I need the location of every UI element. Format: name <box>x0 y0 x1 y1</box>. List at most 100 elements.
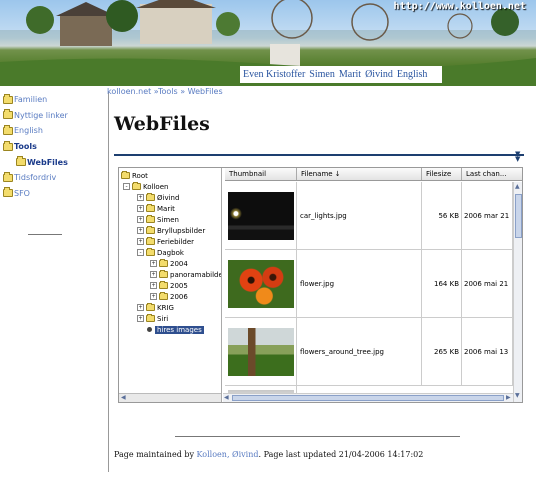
title-divider <box>114 154 524 156</box>
expand-icon[interactable]: + <box>150 282 157 289</box>
tree-node-label: Dagbok <box>157 248 184 257</box>
tree-node-krig[interactable]: + KRIG <box>137 302 174 313</box>
tree-node-kolloen[interactable]: - Kolloen <box>123 181 168 192</box>
filename-cell: car_lights.jpg <box>297 182 422 249</box>
tree-node-siri[interactable]: + Siri <box>137 313 168 324</box>
expand-icon[interactable]: + <box>150 271 157 278</box>
footer-divider <box>175 436 460 437</box>
expand-icon[interactable]: + <box>137 194 144 201</box>
maintainer-link[interactable]: Kolloen, Øivind <box>197 450 259 459</box>
breadcrumb[interactable]: kolloen.net »Tools » WebFiles <box>107 87 223 96</box>
scroll-left-icon[interactable]: ◀ <box>224 394 229 402</box>
sidebar-item-label: Tools <box>14 142 37 152</box>
file-row[interactable]: flower.jpg 164 KB 2006 mai 21 <box>225 250 513 318</box>
expand-icon[interactable]: + <box>137 238 144 245</box>
tree-node-marit[interactable]: + Marit <box>137 203 175 214</box>
folder-icon <box>3 93 13 104</box>
nav-link-english[interactable]: English <box>397 69 428 80</box>
sidebar-divider <box>28 234 62 235</box>
date-cell: 2006 mai 13 <box>462 318 513 385</box>
webfiles-browser: Root - Kolloen + Øivind + Marit + Simen + Bry… <box>118 167 523 403</box>
column-header-last-changed[interactable]: Last chan... <box>462 168 522 180</box>
tree-node-label: 2006 <box>170 292 188 301</box>
filesize-cell: 56 KB <box>422 182 462 249</box>
tree-node-feriebilder[interactable]: + Feriebilder <box>137 236 194 247</box>
date-cell: 2006 mai 21 <box>462 250 513 317</box>
sidebar-item-sfo[interactable]: SFO <box>0 186 108 202</box>
nav-link-marit[interactable]: Marit <box>339 69 361 80</box>
thumbnail-cell <box>225 386 297 393</box>
scroll-right-icon[interactable]: ▶ <box>506 394 511 402</box>
tree-node-label: panoramabilder <box>170 270 222 279</box>
filename-cell: flowers_around_tree.jpg <box>297 318 422 385</box>
file-row[interactable]: car_lights.jpg 56 KB 2006 mar 21 <box>225 182 513 250</box>
tree-node-label-selected: hires images <box>155 325 204 334</box>
column-header-filename[interactable]: Filename ↓ <box>297 168 422 180</box>
sidebar-item-familien[interactable]: Familien <box>0 92 108 108</box>
tree-node-oivind[interactable]: + Øivind <box>137 192 179 203</box>
nav-link-even-kristoffer[interactable]: Even Kristoffer <box>243 69 305 80</box>
folder-icon <box>146 226 155 234</box>
file-row[interactable]: flowers_around_tree.jpg 265 KB 2006 mai … <box>225 318 513 386</box>
grid-vertical-scrollbar[interactable]: ▲ ▼ <box>513 182 522 402</box>
sidebar-item-tidsfordriv[interactable]: Tidsfordriv <box>0 170 108 186</box>
sidebar-item-tools[interactable]: Tools <box>0 139 108 155</box>
thumbnail-image[interactable] <box>227 191 294 240</box>
column-header-thumbnail[interactable]: Thumbnail <box>225 168 297 180</box>
tree-node-dagbok[interactable]: - Dagbok <box>137 247 184 258</box>
tree-node-2005[interactable]: +2005 <box>150 280 188 291</box>
nav-link-oivind[interactable]: Øivind <box>365 69 393 80</box>
sidebar: Familien Nyttige linker English Tools We… <box>0 92 108 201</box>
folder-tree: Root - Kolloen + Øivind + Marit + Simen + Bry… <box>119 168 222 402</box>
tree-node-2004[interactable]: +2004 <box>150 258 188 269</box>
sidebar-item-english[interactable]: English <box>0 123 108 139</box>
tree-horizontal-scrollbar[interactable]: ◀ <box>119 393 221 402</box>
nav-link-simen[interactable]: Simen <box>309 69 335 80</box>
collapse-arrows-icon[interactable]: ▼ ▼ <box>515 151 520 163</box>
grid-horizontal-scrollbar[interactable]: ◀ ▶ <box>223 393 513 402</box>
tree-node-bryllupsbilder[interactable]: + Bryllupsbilder <box>137 225 205 236</box>
expand-icon[interactable]: + <box>137 216 144 223</box>
expand-icon[interactable]: + <box>137 227 144 234</box>
sidebar-item-label: SFO <box>14 188 30 198</box>
scrollbar-thumb[interactable] <box>515 194 522 238</box>
sidebar-item-label: WebFiles <box>27 157 68 167</box>
page-footer: Page maintained by Kolloen, Øivind. Page… <box>114 450 423 459</box>
tree-node-label: 2004 <box>170 259 188 268</box>
thumbnail-image[interactable] <box>227 327 294 376</box>
folder-icon <box>159 281 168 289</box>
date-cell: 2006 mar 21 <box>462 182 513 249</box>
column-header-filesize[interactable]: Filesize <box>422 168 462 180</box>
expand-icon[interactable]: + <box>137 315 144 322</box>
thumbnail-cell <box>225 318 297 385</box>
tree-node-label: Bryllupsbilder <box>157 226 206 235</box>
scrollbar-thumb[interactable] <box>232 395 504 401</box>
sidebar-item-label: Tidsfordriv <box>14 173 57 183</box>
expand-icon[interactable]: + <box>150 293 157 300</box>
collapse-icon[interactable]: - <box>123 183 130 190</box>
expand-icon[interactable]: + <box>150 260 157 267</box>
tree-node-label: Kolloen <box>143 182 169 191</box>
folder-icon <box>146 248 155 256</box>
expand-icon[interactable]: + <box>137 304 144 311</box>
tree-node-2006[interactable]: +2006 <box>150 291 188 302</box>
scroll-down-icon[interactable]: ▼ <box>515 392 520 400</box>
thumbnail-image[interactable] <box>227 259 294 308</box>
tree-node-panoramabilder[interactable]: + panoramabilder <box>150 269 222 280</box>
thumbnail-cell <box>225 250 297 317</box>
tree-node-label: Root <box>132 171 148 180</box>
folder-icon <box>132 182 141 190</box>
leaf-bullet-icon <box>147 327 152 332</box>
tree-node-hires-images[interactable]: hires images <box>145 324 204 335</box>
footer-prefix: Page maintained by <box>114 450 197 459</box>
file-row[interactable] <box>225 386 513 393</box>
sidebar-item-webfiles[interactable]: WebFiles <box>0 154 108 170</box>
expand-icon[interactable]: + <box>137 205 144 212</box>
scroll-left-icon[interactable]: ◀ <box>121 394 126 402</box>
tree-node-root[interactable]: Root <box>121 170 148 181</box>
collapse-icon[interactable]: - <box>137 249 144 256</box>
sidebar-item-nyttige-linker[interactable]: Nyttige linker <box>0 108 108 124</box>
header-banner: http://www.kolloen.net Even Kristoffer S… <box>0 0 536 86</box>
tree-node-simen[interactable]: + Simen <box>137 214 179 225</box>
scroll-up-icon[interactable]: ▲ <box>515 183 520 191</box>
